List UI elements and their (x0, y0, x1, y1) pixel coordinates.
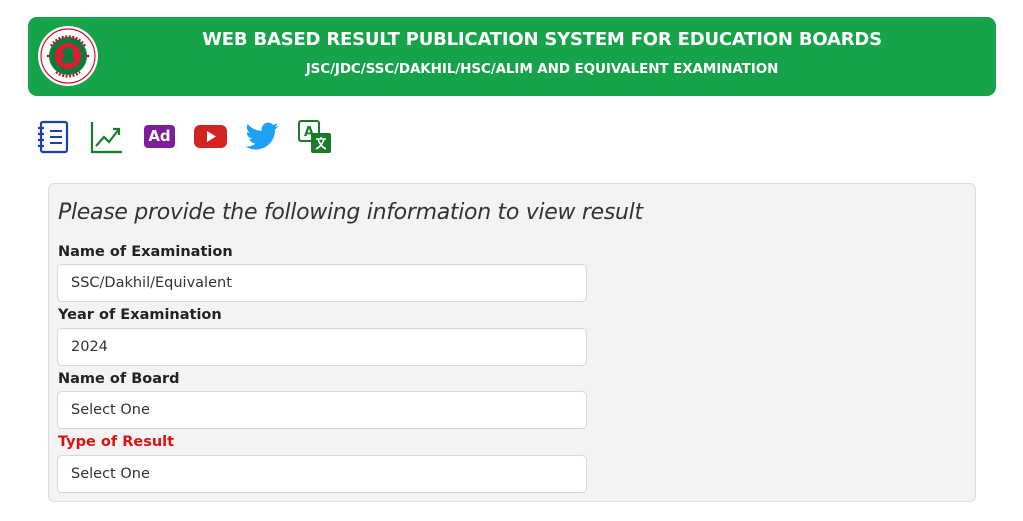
exam-name-label: Name of Examination (58, 244, 233, 260)
exam-year-value: 2024 (71, 339, 108, 355)
ad-label: Ad (144, 125, 175, 148)
form-heading: Please provide the following information… (58, 200, 643, 225)
exam-name-value: SSC/Dakhil/Equivalent (71, 275, 232, 291)
twitter-icon[interactable] (244, 119, 280, 155)
translate-icon[interactable]: A (297, 119, 333, 155)
site-header: WEB BASED RESULT PUBLICATION SYSTEM FOR … (28, 17, 996, 96)
exam-year-select[interactable]: 2024 (57, 328, 587, 366)
header-title: WEB BASED RESULT PUBLICATION SYSTEM FOR … (202, 29, 882, 50)
exam-year-label: Year of Examination (58, 307, 222, 323)
result-type-label: Type of Result (58, 434, 175, 450)
result-type-value: Select One (71, 466, 150, 482)
notebook-icon[interactable] (36, 119, 72, 155)
result-query-form: Please provide the following information… (48, 183, 976, 502)
ad-icon[interactable]: Ad (142, 119, 178, 155)
board-name-label: Name of Board (58, 371, 180, 387)
board-name-value: Select One (71, 402, 150, 418)
header-subtitle: JSC/JDC/SSC/DAKHIL/HSC/ALIM AND EQUIVALE… (305, 61, 779, 77)
exam-name-select[interactable]: SSC/Dakhil/Equivalent (57, 264, 587, 302)
board-name-select[interactable]: Select One (57, 391, 587, 429)
trend-chart-icon[interactable] (89, 119, 125, 155)
result-type-select[interactable]: Select One (57, 455, 587, 493)
youtube-icon[interactable] (193, 119, 229, 155)
